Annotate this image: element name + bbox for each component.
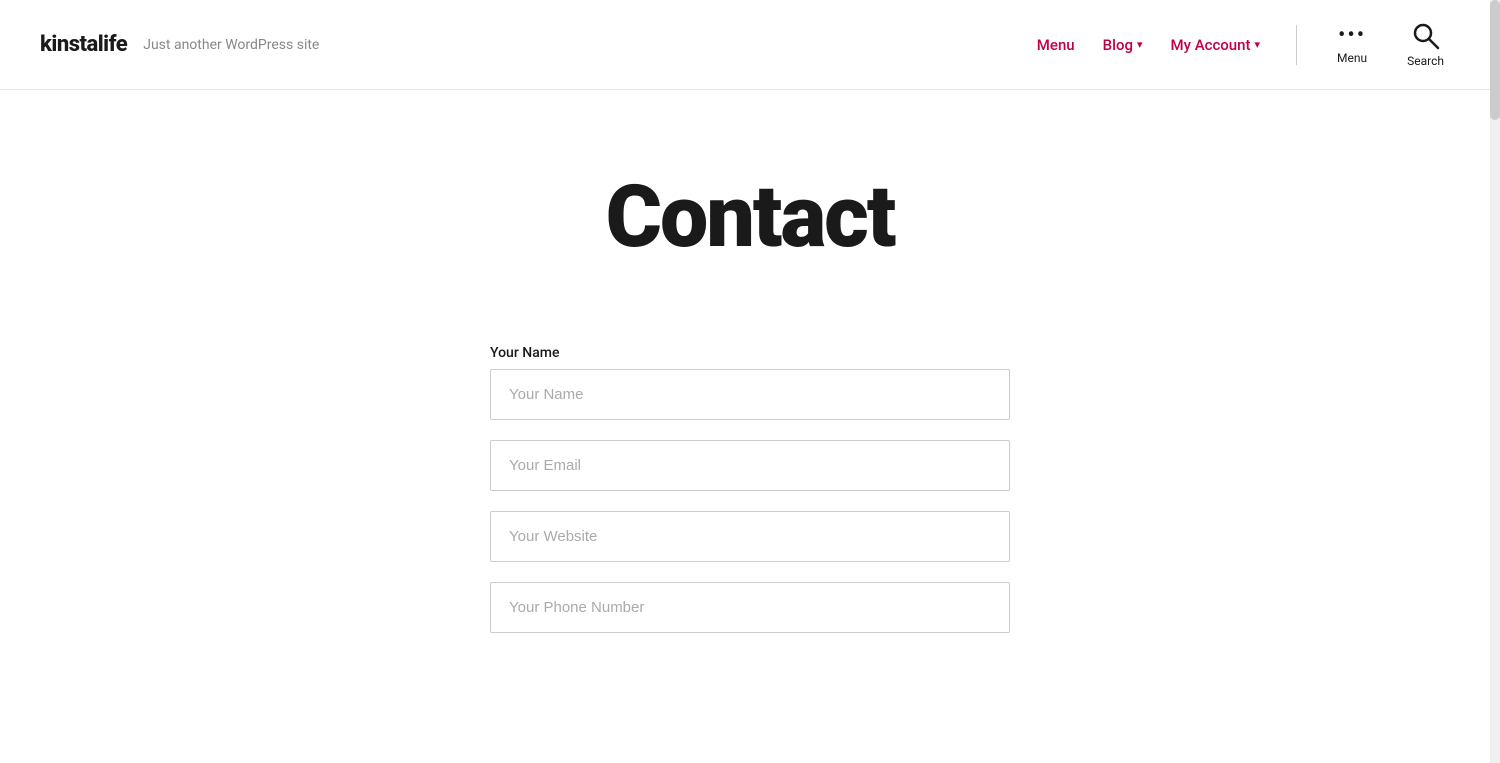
phone-input[interactable]: [490, 582, 1010, 633]
site-header: kinstalife Just another WordPress site M…: [0, 0, 1500, 90]
site-name[interactable]: kinstalife: [40, 32, 127, 57]
main-content: Contact Your Name: [0, 90, 1500, 713]
contact-form: Your Name: [450, 345, 1050, 713]
blog-chevron-icon: ▾: [1137, 38, 1143, 51]
scrollbar[interactable]: [1490, 0, 1500, 763]
website-input[interactable]: [490, 511, 1010, 562]
header-left: kinstalife Just another WordPress site: [40, 32, 319, 57]
main-nav: Menu Blog ▾ My Account ▾: [1025, 28, 1272, 62]
dots-menu-icon: •••: [1338, 25, 1366, 47]
header-right: Menu Blog ▾ My Account ▾ ••• Menu Search: [1025, 14, 1460, 76]
name-label: Your Name: [490, 345, 1010, 361]
email-field-group: [490, 440, 1010, 491]
email-input[interactable]: [490, 440, 1010, 491]
search-icon-group[interactable]: Search: [1391, 14, 1460, 76]
nav-menu[interactable]: Menu: [1025, 28, 1087, 62]
page-title: Contact: [20, 170, 1480, 265]
phone-field-group: [490, 582, 1010, 633]
nav-blog-label: Blog: [1103, 36, 1133, 54]
website-field-group: [490, 511, 1010, 562]
search-icon: [1412, 22, 1440, 50]
nav-my-account-label: My Account: [1171, 36, 1251, 54]
my-account-chevron-icon: ▾: [1255, 38, 1261, 51]
header-divider: [1296, 25, 1297, 65]
search-icon-label: Search: [1407, 54, 1444, 68]
name-input[interactable]: [490, 369, 1010, 420]
page-title-section: Contact: [0, 90, 1500, 345]
scrollbar-thumb[interactable]: [1490, 0, 1500, 120]
name-field-group: Your Name: [490, 345, 1010, 420]
site-tagline: Just another WordPress site: [143, 37, 319, 53]
nav-blog[interactable]: Blog ▾: [1091, 28, 1155, 62]
menu-icon-group[interactable]: ••• Menu: [1321, 17, 1383, 73]
nav-my-account[interactable]: My Account ▾: [1159, 28, 1273, 62]
menu-icon-label: Menu: [1337, 51, 1367, 65]
